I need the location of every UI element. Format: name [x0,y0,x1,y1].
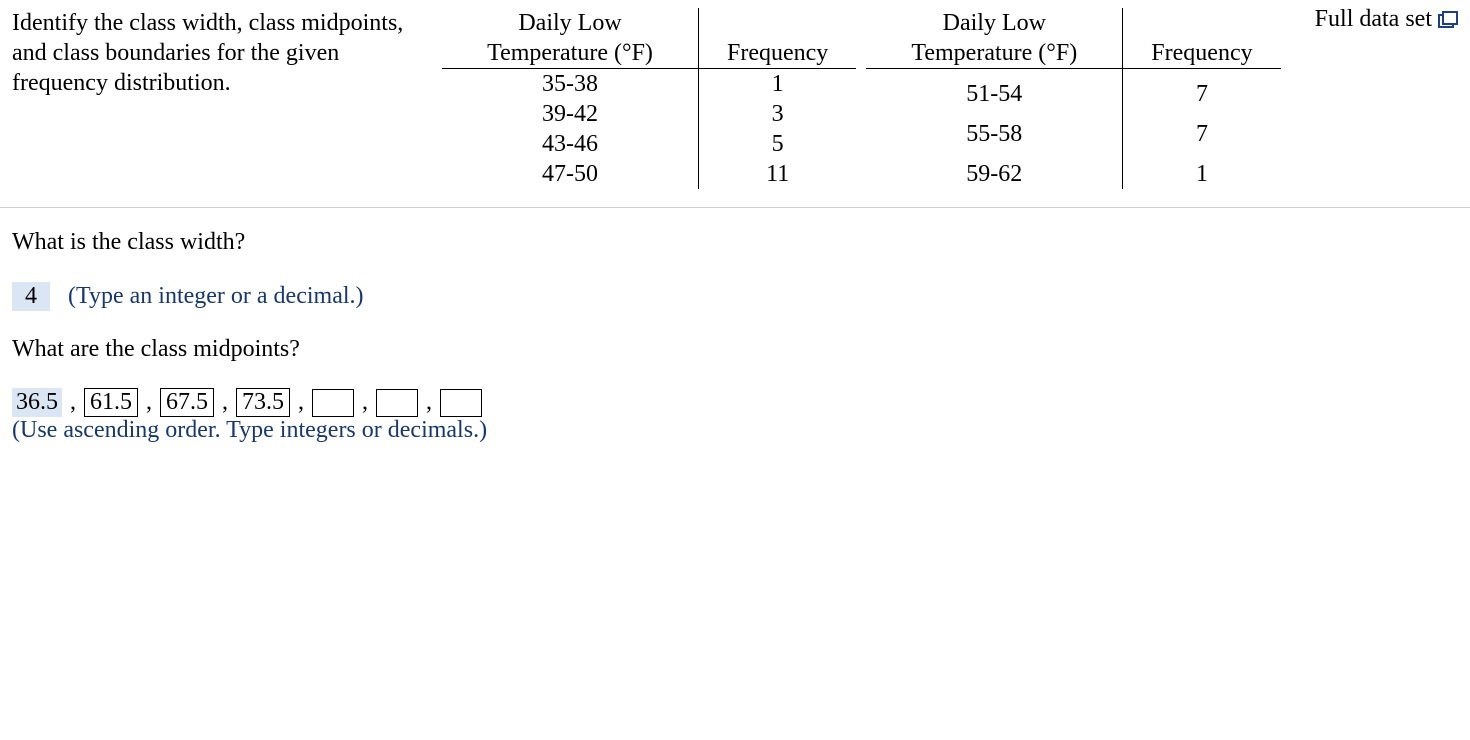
midpoint-input-6[interactable] [376,389,418,417]
col-header-freq: Frequency [699,8,857,69]
table-row: 47-5011 [442,159,856,189]
full-data-set-label: Full data set [1315,6,1432,33]
col-header-freq: Frequency [1123,8,1281,69]
table-row: 35-381 [442,69,856,100]
table-row: 59-621 [866,149,1280,189]
midpoint-input-3[interactable]: 67.5 [160,388,214,417]
answer-2-line: 36.5 , 61.5 , 67.5 , 73.5 , , , (Use asc… [12,388,1458,444]
midpoint-input-1[interactable]: 36.5 [12,388,62,417]
question-1: What is the class width? [12,226,1458,260]
answer-1-line: 4 (Type an integer or a decimal.) [12,282,1458,311]
problem-header: Identify the class width, class midpoint… [12,8,1458,189]
frequency-table-right: Daily Low Temperature (°F) Frequency 51-… [866,8,1280,189]
frequency-table-left: Daily Low Temperature (°F) Frequency 35-… [442,8,856,189]
frequency-tables: Full data set Daily Low Temperature (°F)… [442,8,1458,189]
answer-1-hint: (Type an integer or a decimal.) [68,283,364,309]
table-row: 55-587 [866,109,1280,149]
midpoint-input-2[interactable]: 61.5 [84,388,138,417]
class-width-input[interactable]: 4 [12,282,50,311]
answer-2-hint: (Use ascending order. Type integers or d… [12,417,487,443]
midpoint-input-5[interactable] [312,389,354,417]
problem-prompt: Identify the class width, class midpoint… [12,8,442,98]
col-header-temp: Daily Low Temperature (°F) [866,8,1123,69]
table-row: 51-547 [866,69,1280,110]
popup-icon [1438,11,1458,29]
col-header-temp: Daily Low Temperature (°F) [442,8,699,69]
table-row: 39-423 [442,99,856,129]
section-divider [0,207,1470,208]
table-row: 43-465 [442,129,856,159]
midpoint-input-4[interactable]: 73.5 [236,388,290,417]
question-2: What are the class midpoints? [12,333,1458,367]
full-data-set-link[interactable]: Full data set [1315,6,1458,33]
midpoint-input-7[interactable] [440,389,482,417]
